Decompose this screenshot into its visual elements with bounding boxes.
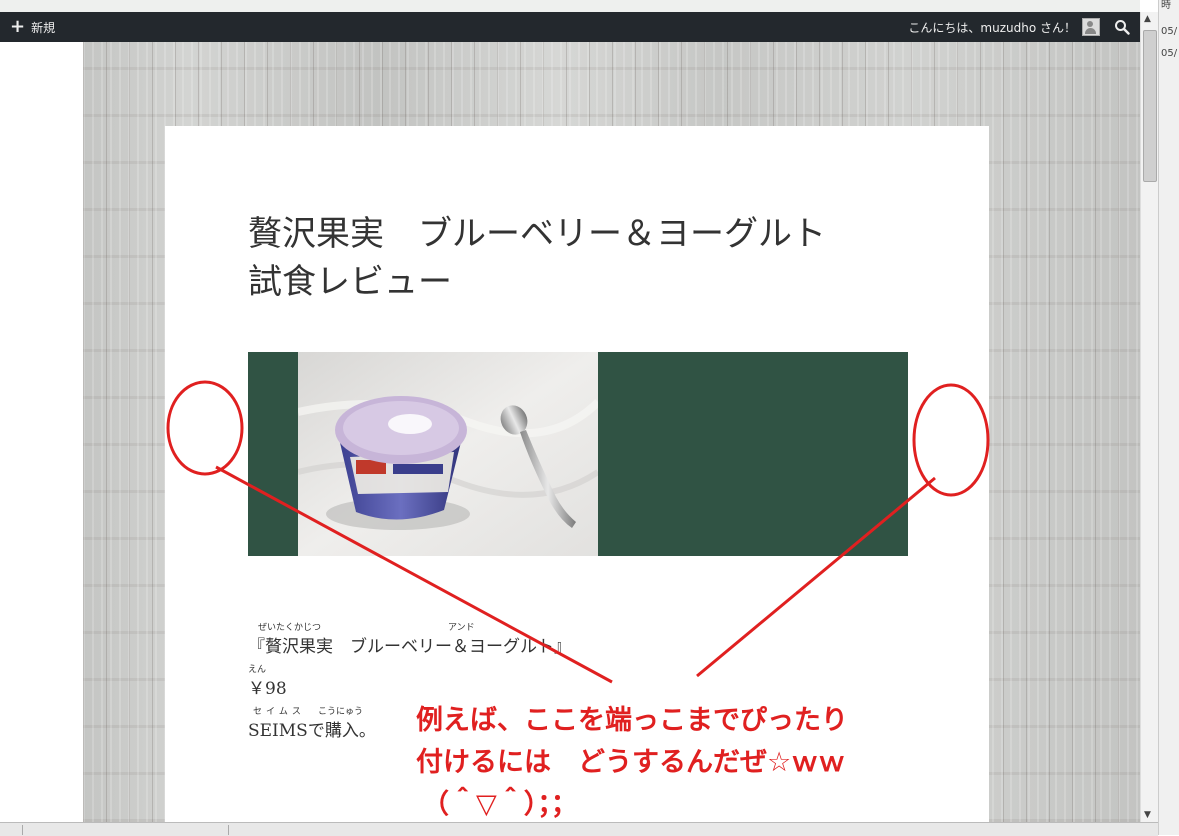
annotation-text: 例えば、ここを端っこまでぴったり 付けるには どうするんだぜ☆ｗｗ （＾▽＾）；… <box>416 700 956 826</box>
scroll-down-arrow-icon[interactable]: ▼ <box>1144 810 1151 820</box>
annotation-line-1: 例えば、ここを端っこまでぴったり <box>416 705 848 736</box>
annotation-line-left <box>215 465 613 684</box>
status-divider <box>228 825 229 835</box>
annotation-circle-left <box>166 380 244 476</box>
annotation-line-right <box>696 476 936 678</box>
annotation-circle-right <box>912 383 990 497</box>
scroll-thumb[interactable] <box>1143 30 1157 182</box>
vertical-scrollbar[interactable]: ▲ ▼ <box>1140 12 1158 822</box>
adjacent-text: 時 <box>1161 0 1171 11</box>
status-bar <box>0 822 1158 836</box>
status-divider <box>22 825 23 835</box>
adjacent-text: 05/ <box>1161 26 1178 37</box>
annotation-line-2: 付けるには どうするんだぜ☆ｗｗ <box>416 747 846 778</box>
scroll-up-arrow-icon[interactable]: ▲ <box>1144 14 1151 24</box>
adjacent-text: 05/ <box>1161 48 1178 59</box>
adjacent-window-strip: 時 05/ 05/ <box>1158 0 1179 835</box>
annotation-line-3: （＾▽＾）；； <box>422 789 578 820</box>
